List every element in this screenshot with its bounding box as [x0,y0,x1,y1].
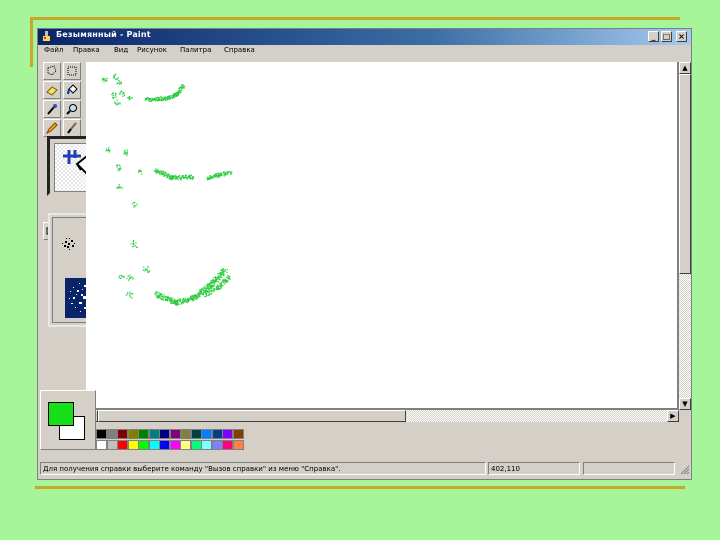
palette-swatch[interactable] [190,440,202,450]
paint-window: Безымянный - Paint _ □ × Файл Правка Вид… [37,28,692,480]
menu-view[interactable]: Вид [114,46,128,54]
pencil-tool[interactable] [43,119,61,137]
palette-swatch[interactable] [180,440,191,450]
canvas-area [86,62,679,410]
menu-help[interactable]: Справка [224,46,255,54]
color-palette [96,429,246,453]
brush-icon [67,122,77,134]
palette-swatch[interactable] [138,429,149,439]
free-select-tool[interactable] [43,62,61,80]
paint-app-icon [43,31,50,41]
current-colors[interactable] [40,390,96,450]
scroll-right-button[interactable]: ▶ [667,410,679,422]
resize-grip-icon[interactable] [678,463,690,475]
palette-swatch[interactable] [159,429,170,439]
vertical-scroll-thumb[interactable] [679,74,691,274]
minimize-button[interactable]: _ [648,31,659,42]
palette-swatch[interactable] [117,440,128,450]
magnifier-tool[interactable] [63,100,81,118]
palette-swatch[interactable] [201,429,212,439]
status-size-field [583,462,675,475]
pipette-icon [47,104,57,115]
spray-strokes [101,73,233,306]
free-select-icon [47,65,57,76]
window-title: Безымянный - Paint [56,30,151,39]
palette-swatch[interactable] [127,429,139,439]
palette-swatch[interactable] [96,440,107,450]
palette-swatch[interactable] [211,429,223,439]
horizontal-scrollbar[interactable]: ◀ ▶ [86,410,679,422]
drawing-canvas[interactable] [86,62,677,408]
palette-swatch[interactable] [148,440,160,450]
eraser-icon [46,86,58,96]
palette-swatch[interactable] [106,440,118,450]
palette-swatch[interactable] [211,440,223,450]
foreground-color[interactable] [48,402,74,426]
palette-swatch[interactable] [169,440,181,450]
palette-swatch[interactable] [127,440,139,450]
slide-bottom-rule [35,486,685,489]
status-help-text: Для получения справки выберите команду "… [40,462,486,475]
magnifier-icon [66,104,77,115]
close-button[interactable]: × [676,31,687,42]
vertical-scrollbar[interactable]: ▲ ▼ [679,62,691,410]
fill-bucket-icon [67,84,78,95]
palette-swatch[interactable] [159,440,170,450]
menu-colors[interactable]: Палитра [180,46,211,54]
palette-swatch[interactable] [232,429,244,439]
palette-swatch[interactable] [106,429,118,439]
palette-swatch[interactable] [180,429,191,439]
fill-tool[interactable] [63,81,81,99]
slide-left-rule [30,17,33,67]
menu-image[interactable]: Рисунок [137,46,167,54]
palette-swatch[interactable] [148,429,160,439]
palette-swatch[interactable] [138,440,149,450]
menu-edit[interactable]: Правка [73,46,100,54]
palette-swatch[interactable] [232,440,244,450]
menu-file[interactable]: Файл [44,46,63,54]
status-bar: Для получения справки выберите команду "… [38,460,691,477]
pencil-icon [46,122,58,134]
menu-bar: Файл Правка Вид Рисунок Палитра Справка [38,45,691,58]
palette-swatch[interactable] [222,440,233,450]
palette-swatch[interactable] [201,440,212,450]
scroll-down-button[interactable]: ▼ [679,398,691,410]
maximize-button[interactable]: □ [661,31,672,42]
palette-swatch[interactable] [190,429,202,439]
slide-top-rule [30,17,680,20]
scroll-up-button[interactable]: ▲ [679,62,691,74]
airbrush-size-small[interactable] [59,234,79,254]
brush-tool[interactable] [63,119,81,137]
rect-select-tool[interactable] [63,62,81,80]
horizontal-scroll-thumb[interactable] [98,410,406,422]
palette-swatch[interactable] [169,429,181,439]
palette-swatch[interactable] [96,429,107,439]
palette-swatch[interactable] [222,429,233,439]
color-picker-tool[interactable] [43,100,61,118]
palette-swatch[interactable] [117,429,128,439]
eraser-tool[interactable] [43,81,61,99]
status-coordinates: 402,110 [488,462,580,475]
rect-select-icon [67,66,77,76]
title-bar[interactable]: Безымянный - Paint _ □ × [38,29,691,45]
